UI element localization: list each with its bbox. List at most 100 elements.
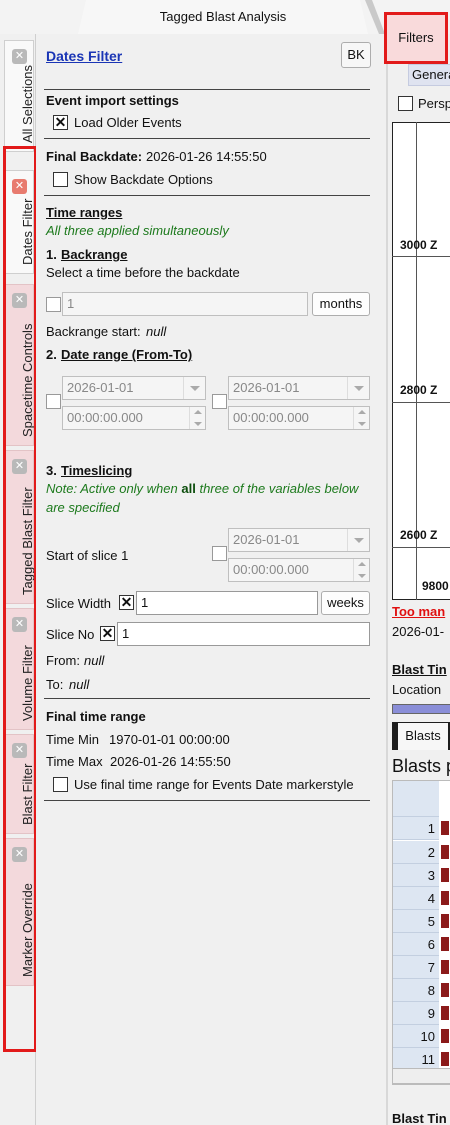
date-from-date-dropdown[interactable]: 2026-01-01 — [62, 376, 206, 400]
plot-axis-label: 9800 — [422, 579, 449, 593]
load-older-events-checkbox[interactable]: ✕ — [53, 115, 68, 130]
tab-label: Spacetime Controls — [20, 323, 35, 437]
table-row-number: 10 — [393, 1025, 439, 1048]
tab-all-selections[interactable]: ✕ All Selections — [4, 40, 35, 152]
close-icon[interactable]: ✕ — [12, 617, 27, 632]
chevron-down-icon[interactable] — [183, 377, 205, 399]
note-text: Note: Active only when — [46, 481, 182, 496]
table-row-number: 9 — [393, 1002, 439, 1025]
backrange-number: 1. — [46, 247, 57, 262]
spin-arrows-icon[interactable] — [353, 559, 369, 581]
bk-button[interactable]: BK — [341, 42, 371, 68]
tab-label: Tagged Blast Filter — [20, 487, 35, 595]
tab-label: Blast Filter — [20, 763, 35, 825]
close-icon[interactable]: ✕ — [12, 743, 27, 758]
slice-to-label: To: — [46, 677, 64, 692]
blast-marker-icon — [441, 960, 449, 974]
table-row-number: 1 — [393, 817, 439, 840]
close-icon[interactable]: ✕ — [12, 293, 27, 308]
backrange-value-field[interactable]: 1 — [62, 292, 308, 316]
plot-gridline — [392, 402, 450, 403]
slice-width-field[interactable]: 1 — [136, 591, 318, 615]
divider — [44, 89, 370, 90]
close-icon[interactable]: ✕ — [12, 179, 27, 194]
slice-width-checkbox[interactable]: ✕ — [119, 595, 134, 610]
time-min-value: 1970-01-01 00:00:00 — [109, 732, 230, 747]
blast-marker-icon — [441, 1029, 449, 1043]
final-backdate-label: Final Backdate: — [46, 149, 143, 164]
date-from-time-value: 00:00:00.000 — [67, 410, 143, 425]
show-backdate-options-checkbox[interactable] — [53, 172, 68, 187]
time-ranges-note: All three applied simultaneously — [46, 223, 229, 238]
load-older-events-label: Load Older Events — [74, 115, 182, 130]
perspective-label: Persp — [418, 96, 450, 111]
divider — [44, 800, 370, 801]
final-range-heading: Final time range — [46, 709, 146, 724]
perspective-checkbox[interactable] — [398, 96, 413, 111]
plot-gridline — [392, 547, 450, 548]
tab-dates-filter[interactable]: ✕ Dates Filter — [4, 170, 35, 274]
backrange-enable-checkbox[interactable] — [46, 297, 61, 312]
date-to-enable-checkbox[interactable] — [212, 394, 227, 409]
backrange-unit-button[interactable]: months — [312, 292, 370, 316]
chevron-down-icon[interactable] — [347, 529, 369, 551]
timeslicing-title: Timeslicing — [61, 463, 133, 478]
location-label: Location — [392, 682, 442, 697]
slice-no-checkbox[interactable]: ✕ — [100, 626, 115, 641]
time-ranges-heading: Time ranges — [46, 205, 123, 220]
chevron-down-icon[interactable] — [347, 377, 369, 399]
date-to-date-dropdown[interactable]: 2026-01-01 — [228, 376, 370, 400]
slice-from-label: From: — [46, 653, 80, 668]
slice-no-label: Slice No — [46, 627, 95, 642]
date-from-time-spinbox[interactable]: 00:00:00.000 — [62, 406, 206, 430]
slice-no-field[interactable]: 1 — [117, 622, 370, 646]
date-to-date-value: 2026-01-01 — [233, 380, 300, 395]
tab-blast-filter[interactable]: ✕ Blast Filter — [4, 734, 35, 834]
spin-arrows-icon[interactable] — [189, 407, 205, 429]
panel-title-link[interactable]: Dates Filter — [46, 48, 122, 64]
range-slider-bar[interactable] — [392, 704, 450, 714]
use-final-range-label: Use final time range for Events Date mar… — [74, 777, 354, 792]
plot-gridline — [392, 256, 450, 257]
time-max-label: Time Max — [46, 754, 103, 769]
time-min-label: Time Min — [46, 732, 99, 747]
blasts-table[interactable]: 1 2 3 4 5 6 7 8 9 10 11 — [392, 780, 450, 1085]
slice-start-time-spinbox[interactable]: 00:00:00.000 — [228, 558, 370, 582]
tab-marker-override[interactable]: ✕ Marker Override — [4, 838, 35, 986]
tab-general[interactable]: Genera — [408, 64, 450, 86]
tab-tagged-blast-filter[interactable]: ✕ Tagged Blast Filter — [4, 450, 35, 604]
spin-arrows-icon[interactable] — [353, 407, 369, 429]
timeslicing-note-line1: Note: Active only when all three of the … — [46, 481, 358, 496]
table-horizontal-scrollbar[interactable] — [392, 1068, 450, 1084]
slice-from-value: null — [84, 653, 105, 668]
tab-blasts[interactable]: Blasts — [398, 723, 448, 750]
tab-volume-filter[interactable]: ✕ Volume Filter — [4, 608, 35, 730]
slice-start-date-dropdown[interactable]: 2026-01-01 — [228, 528, 370, 552]
blast-time-heading-bottom: Blast Tin — [392, 1111, 447, 1125]
divider — [44, 195, 370, 196]
blasts-title: Blasts p — [392, 756, 450, 776]
date-fragment: 2026-01- — [392, 624, 445, 639]
tab-spacetime-controls[interactable]: ✕ Spacetime Controls — [4, 284, 35, 446]
slice-width-unit-button[interactable]: weeks — [321, 591, 370, 615]
table-row-number: 6 — [393, 933, 439, 956]
date-from-enable-checkbox[interactable] — [46, 394, 61, 409]
blast-marker-icon — [441, 821, 449, 835]
blast-marker-icon — [441, 937, 449, 951]
table-row-number: 3 — [393, 864, 439, 887]
blast-marker-icon — [441, 891, 449, 905]
slice-start-enable-checkbox[interactable] — [212, 546, 227, 561]
blast-marker-icon — [441, 845, 449, 859]
event-import-heading: Event import settings — [46, 93, 179, 108]
table-row-number: 2 — [393, 841, 439, 864]
date-to-time-spinbox[interactable]: 00:00:00.000 — [228, 406, 370, 430]
tab-label: Dates Filter — [20, 198, 35, 265]
close-icon[interactable]: ✕ — [12, 847, 27, 862]
tab-filters[interactable]: Filters — [384, 12, 448, 64]
close-icon[interactable]: ✕ — [12, 49, 27, 64]
slice-width-label: Slice Width — [46, 596, 112, 611]
close-icon[interactable]: ✕ — [12, 459, 27, 474]
use-final-range-checkbox[interactable] — [53, 777, 68, 792]
blast-marker-icon — [441, 868, 449, 882]
note-bold: all — [181, 481, 196, 496]
